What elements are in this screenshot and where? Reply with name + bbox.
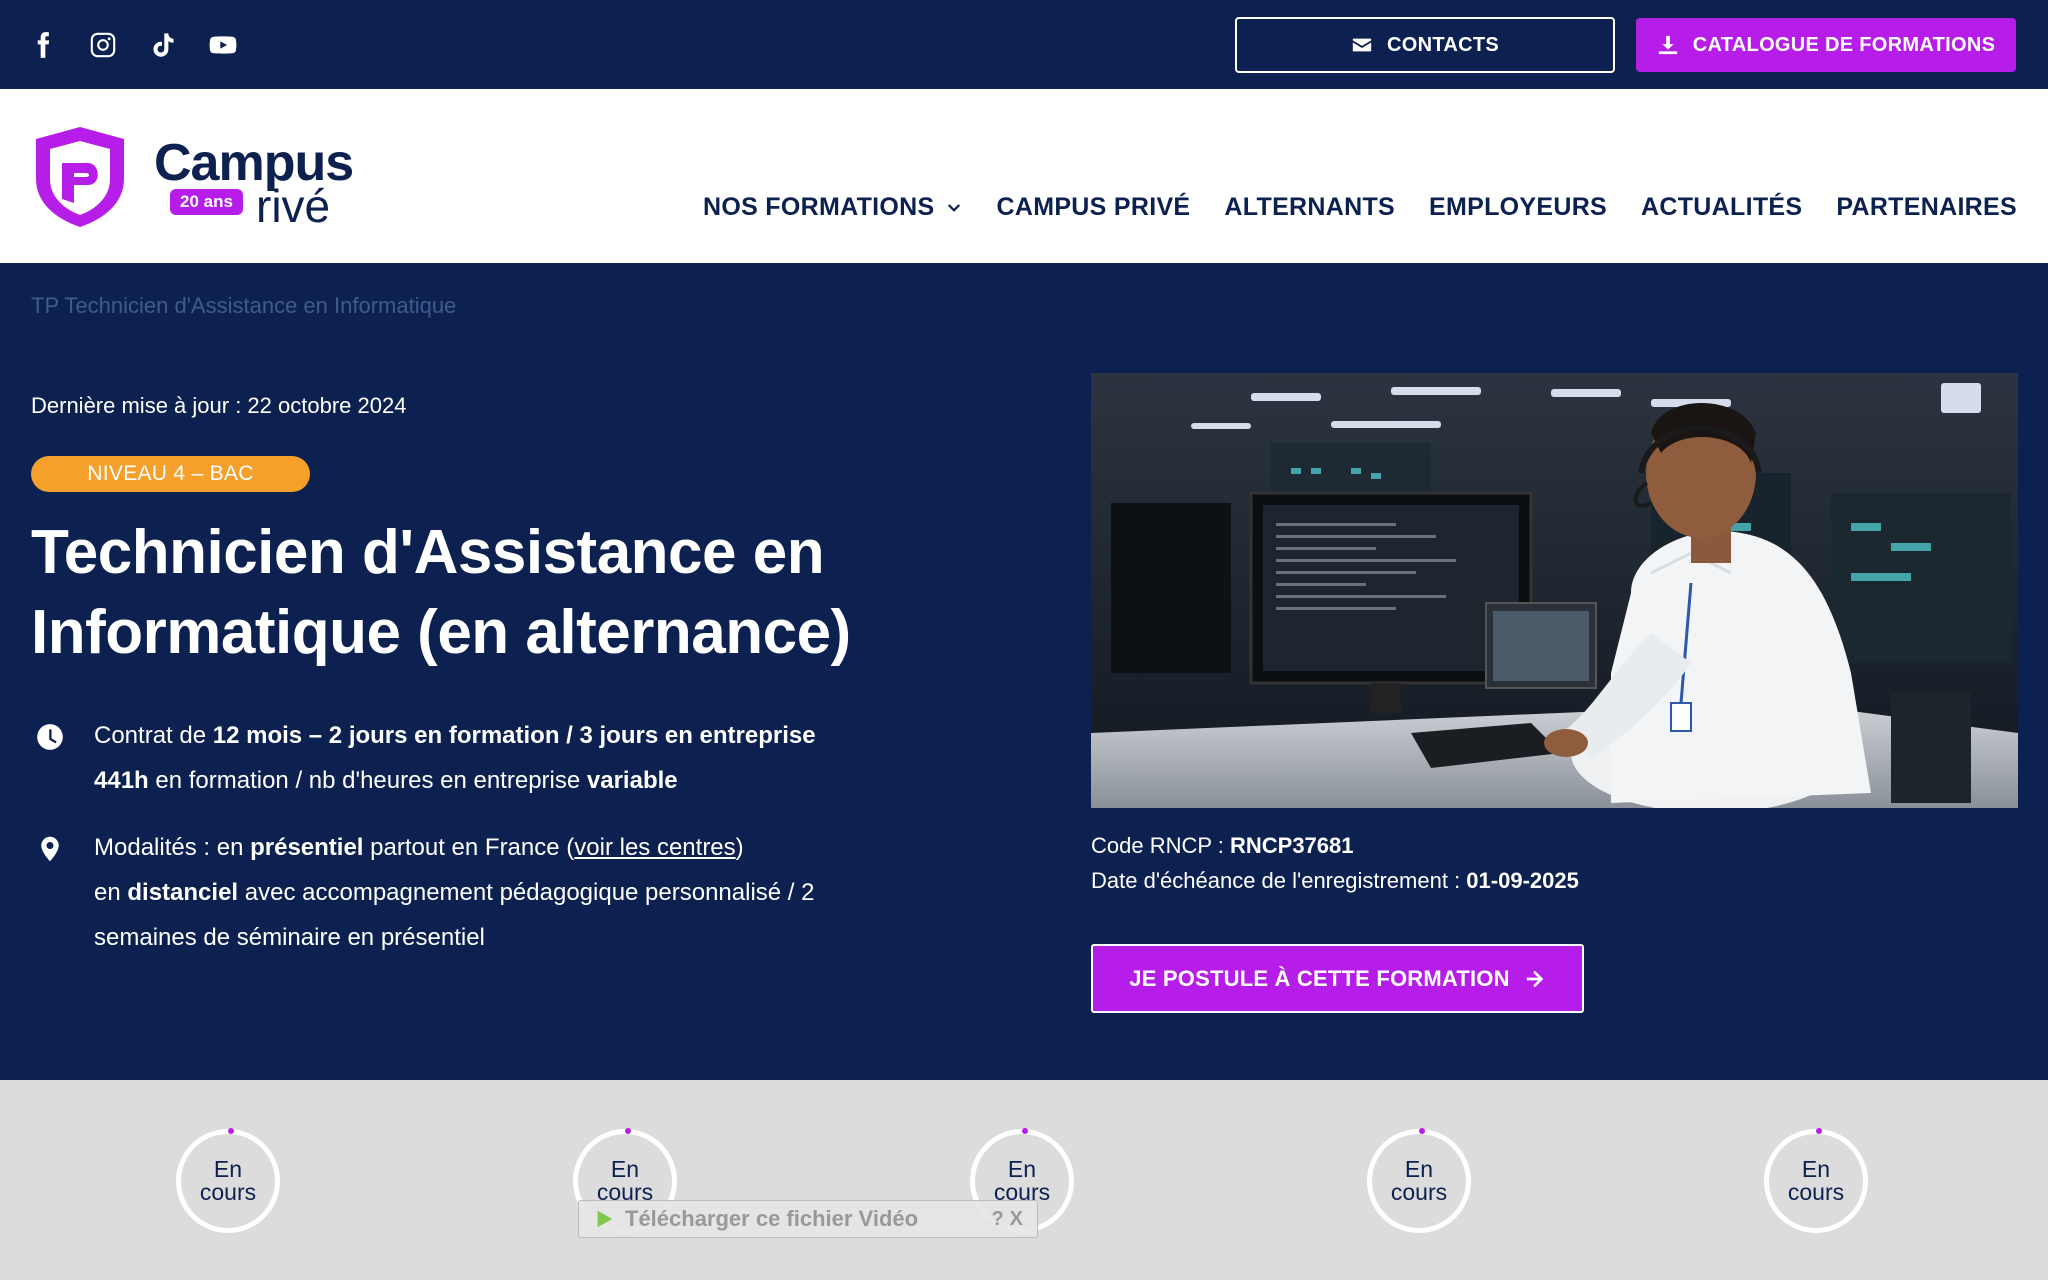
nav-item-employeurs[interactable]: EMPLOYEURS (1429, 193, 1607, 222)
last-updated: Dernière mise à jour : 22 octobre 2024 (31, 393, 407, 418)
stat-line-2: cours (199, 1179, 257, 1205)
stat-circle: En cours (1367, 1128, 1471, 1233)
contacts-button[interactable]: CONTACTS (1235, 17, 1615, 73)
contract-hours: 441h (94, 767, 149, 794)
stats-strip: En cours En cours En cours En cours En cours (0, 1080, 2048, 1280)
logo-anniversary-badge: 20 ans (170, 189, 243, 215)
title-line-2: Informatique (en alternance) (31, 598, 851, 667)
modalities-presentiel: présentiel (250, 834, 364, 861)
rncp-code: RNCP37681 (1229, 833, 1354, 858)
progress-dot (1419, 1128, 1425, 1134)
modalities-line2-prefix: en (94, 879, 128, 906)
clock-icon (36, 721, 64, 750)
expiry-date: 01-09-2025 (1466, 868, 1579, 893)
modalities-line2-rest: avec accompagnement pédagogique personna… (238, 879, 815, 906)
technician-photo-illustration (1091, 373, 2018, 808)
title-line-1: Technicien d'Assistance en (31, 518, 825, 587)
contract-duration: 12 mois – 2 jours en formation / 3 jours… (212, 722, 816, 749)
apply-label: JE POSTULE À CETTE FORMATION (1129, 965, 1510, 991)
stat-circle: En cours (1764, 1128, 1868, 1233)
stat-line-2: cours (1787, 1179, 1845, 1205)
arrow-right-icon (1526, 970, 1543, 987)
youtube-icon[interactable] (208, 30, 238, 60)
video-download-bar[interactable]: Télécharger ce fichier Vidéo ?X (578, 1200, 1038, 1238)
catalogue-button[interactable]: CATALOGUE DE FORMATIONS (1636, 18, 2016, 72)
nav-item-formations[interactable]: NOS FORMATIONS (703, 193, 963, 222)
modalities-distanciel: distanciel (127, 879, 239, 906)
modalities-prefix: Modalités : en (94, 834, 251, 861)
contract-info: Contrat de 12 mois – 2 jours en formatio… (36, 713, 936, 803)
page-title: Technicien d'Assistance en Informatique … (31, 513, 981, 673)
rncp-info: Code RNCP : RNCP37681 Date d'échéance de… (1091, 828, 1579, 898)
chevron-down-icon (947, 203, 960, 212)
hero-photo (1091, 373, 2018, 808)
download-icon (1657, 34, 1679, 56)
stat-line-2: cours (1390, 1179, 1448, 1205)
breadcrumb[interactable]: TP Technicien d'Assistance en Informatiq… (31, 293, 456, 319)
campus-prive-logo[interactable]: Campus rivé 20 ans (30, 123, 354, 233)
close-icon[interactable]: X (1010, 1208, 1029, 1230)
modalities-line3: semaines de séminaire en présentiel (94, 924, 485, 951)
facebook-icon[interactable] (28, 30, 58, 60)
shield-logo-icon (36, 127, 124, 227)
stat-circle: En cours (176, 1128, 280, 1233)
modalities-info: Modalités : en présentiel partout en Fra… (36, 825, 936, 960)
main-header: Campus rivé 20 ans NOS FORMATIONS CAMPUS… (0, 89, 2048, 263)
nav-item-partenaires[interactable]: PARTENAIRES (1836, 193, 2017, 222)
progress-dot (625, 1128, 631, 1134)
contract-hours-text: en formation / nb d'heures en entreprise (148, 767, 587, 794)
video-bar-controls: ?X (991, 1208, 1029, 1231)
modalities-middle: partout en France ( (363, 834, 575, 861)
help-icon[interactable]: ? (991, 1208, 1009, 1230)
progress-dot (1022, 1128, 1028, 1134)
logo-prive-text: rivé (256, 180, 331, 232)
nav-item-alternants[interactable]: ALTERNANTS (1224, 193, 1395, 222)
top-bar: CONTACTS CATALOGUE DE FORMATIONS (0, 0, 2048, 89)
video-download-label: Télécharger ce fichier Vidéo (625, 1206, 919, 1231)
main-nav: NOS FORMATIONS CAMPUS PRIVÉ ALTERNANTS E… (703, 193, 2017, 222)
contract-variable: variable (586, 767, 678, 794)
expiry-label: Date d'échéance de l'enregistrement : (1091, 868, 1467, 893)
progress-dot (228, 1128, 234, 1134)
contract-prefix: Contrat de (94, 722, 213, 749)
nav-item-label: NOS FORMATIONS (702, 193, 935, 221)
centres-link[interactable]: voir les centres (574, 834, 735, 861)
tiktok-icon[interactable] (148, 30, 178, 60)
envelope-icon (1351, 34, 1373, 56)
instagram-icon[interactable] (88, 30, 118, 60)
apply-button[interactable]: JE POSTULE À CETTE FORMATION (1091, 944, 1584, 1013)
play-icon (597, 1210, 613, 1228)
level-badge: NIVEAU 4 – BAC (31, 456, 310, 492)
rncp-label: Code RNCP : (1091, 833, 1230, 858)
catalogue-label: CATALOGUE DE FORMATIONS (1692, 33, 1996, 56)
nav-item-actualites[interactable]: ACTUALITÉS (1641, 193, 1802, 222)
modalities-close: ) (735, 834, 744, 861)
progress-dot (1816, 1128, 1822, 1134)
hero-section: TP Technicien d'Assistance en Informatiq… (0, 263, 2048, 1080)
nav-item-campus-prive[interactable]: CAMPUS PRIVÉ (997, 193, 1191, 222)
location-pin-icon (36, 833, 64, 862)
contacts-label: CONTACTS (1386, 33, 1500, 56)
